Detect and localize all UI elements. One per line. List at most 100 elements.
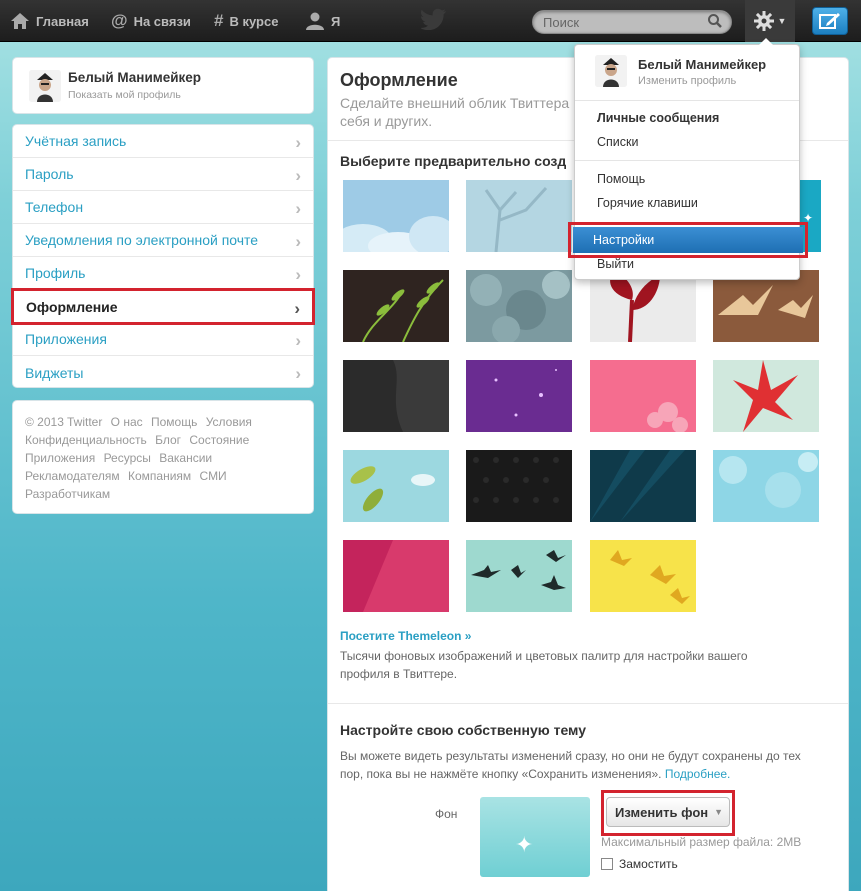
theme-thumb-birds-flying[interactable] bbox=[466, 540, 572, 612]
menu-item-label: Приложения bbox=[25, 331, 107, 347]
profile-name[interactable]: Белый Манимейкер bbox=[68, 70, 201, 85]
nav-discover-label: В курсе bbox=[229, 13, 279, 29]
footer-link[interactable]: Состояние bbox=[189, 433, 249, 447]
search-icon[interactable] bbox=[707, 13, 723, 29]
gear-icon bbox=[753, 11, 774, 31]
theme-thumb-light-bokeh[interactable] bbox=[713, 450, 819, 522]
menu-item-design[interactable]: Оформление › bbox=[11, 288, 315, 325]
compose-tweet-button[interactable] bbox=[812, 7, 848, 35]
profile-card[interactable]: Белый Манимейкер Показать мой профиль bbox=[12, 57, 314, 114]
theme-thumb-clouds[interactable] bbox=[343, 180, 449, 252]
menu-item-label: Телефон bbox=[25, 199, 84, 215]
at-icon: @ bbox=[111, 11, 128, 30]
theme-thumb-purple-stars[interactable] bbox=[466, 360, 572, 432]
view-profile-link[interactable]: Показать мой профиль bbox=[68, 89, 181, 101]
chevron-right-icon: › bbox=[295, 265, 301, 284]
dropdown-profile-name[interactable]: Белый Манимейкер bbox=[638, 57, 766, 72]
theme-thumb-dark-grunge[interactable] bbox=[343, 360, 449, 432]
footer-link[interactable]: СМИ bbox=[200, 469, 227, 483]
search-box[interactable] bbox=[532, 10, 732, 34]
tile-background-option[interactable]: Замостить bbox=[601, 857, 678, 871]
dropdown-item-settings[interactable]: Настройки bbox=[573, 227, 803, 253]
chevron-right-icon: › bbox=[295, 133, 301, 152]
menu-item-account[interactable]: Учётная запись › bbox=[13, 125, 313, 158]
background-label: Фон bbox=[435, 807, 458, 821]
dropdown-caret bbox=[759, 38, 773, 45]
chevron-right-icon: › bbox=[295, 364, 301, 383]
theme-thumb-pink-flowers[interactable] bbox=[590, 360, 696, 432]
footer-link[interactable]: Рекламодателям bbox=[25, 469, 120, 483]
chevron-down-icon: ▼ bbox=[714, 807, 724, 817]
premade-themes-heading: Выберите предварительно созд bbox=[340, 153, 567, 169]
footer-link[interactable]: Компаниям bbox=[128, 469, 191, 483]
theme-thumb-red-plant[interactable] bbox=[590, 270, 696, 342]
dropdown-item-logout[interactable]: Выйти bbox=[597, 257, 634, 271]
theme-thumb-magenta[interactable] bbox=[343, 540, 449, 612]
menu-item-label: Уведомления по электронной почте bbox=[25, 232, 259, 248]
avatar[interactable] bbox=[595, 55, 627, 87]
twitter-bird-icon[interactable] bbox=[421, 8, 447, 30]
dropdown-item-lists[interactable]: Списки bbox=[597, 135, 638, 149]
tile-checkbox[interactable] bbox=[601, 858, 613, 870]
nav-connect[interactable]: @ На связи bbox=[111, 0, 191, 42]
footer-link[interactable]: Ресурсы bbox=[104, 451, 151, 465]
svg-text:✦: ✦ bbox=[515, 832, 533, 857]
page-title: Оформление bbox=[340, 70, 458, 90]
theme-thumb-green-leaves[interactable] bbox=[343, 450, 449, 522]
theme-thumb-dark-teal-rays[interactable] bbox=[590, 450, 696, 522]
menu-item-label: Пароль bbox=[25, 166, 74, 182]
chevron-right-icon: › bbox=[295, 331, 301, 350]
footer-copyright: © 2013 Twitter bbox=[25, 415, 103, 429]
theme-thumb-tree[interactable] bbox=[466, 180, 572, 252]
nav-me-label: Я bbox=[331, 13, 341, 29]
theme-thumb-birds-brown[interactable] bbox=[713, 270, 819, 342]
dropdown-item-help[interactable]: Помощь bbox=[597, 172, 645, 186]
footer-link[interactable]: Условия bbox=[206, 415, 252, 429]
nav-connect-label: На связи bbox=[133, 13, 191, 29]
home-icon bbox=[11, 13, 29, 29]
menu-item-widgets[interactable]: Виджеты › bbox=[13, 356, 313, 389]
edit-profile-link[interactable]: Изменить профиль bbox=[638, 75, 736, 87]
top-navigation-bar: Главная @ На связи # В курсе Я Поиск ▼ bbox=[0, 0, 861, 42]
tile-label: Замостить bbox=[619, 857, 678, 871]
avatar[interactable] bbox=[29, 70, 61, 102]
settings-menu-toggle[interactable]: ▼ bbox=[745, 0, 795, 42]
footer-link[interactable]: Приложения bbox=[25, 451, 95, 465]
dropdown-item-messages[interactable]: Личные сообщения bbox=[597, 111, 719, 125]
menu-item-apps[interactable]: Приложения › bbox=[13, 323, 313, 356]
change-background-button[interactable]: Изменить фон ▼ bbox=[606, 797, 730, 827]
footer-link[interactable]: Вакансии bbox=[159, 451, 212, 465]
themeleon-link[interactable]: Посетите Themeleon » bbox=[340, 629, 471, 643]
search-input[interactable] bbox=[543, 14, 703, 31]
theme-thumb-black-mesh[interactable] bbox=[466, 450, 572, 522]
page-subtitle: Сделайте внешний облик Твиттера себя и д… bbox=[340, 95, 570, 129]
compose-icon bbox=[819, 13, 840, 29]
footer-card: © 2013 Twitter О нас Помощь Условия Конф… bbox=[12, 400, 314, 514]
theme-thumb-foliage[interactable] bbox=[466, 270, 572, 342]
menu-item-password[interactable]: Пароль › bbox=[13, 158, 313, 191]
footer-link[interactable]: Разработчикам bbox=[25, 487, 110, 501]
footer-link[interactable]: О нас bbox=[111, 415, 143, 429]
chevron-right-icon: › bbox=[295, 232, 301, 251]
menu-item-label: Оформление bbox=[26, 298, 118, 315]
nav-discover[interactable]: # В курсе bbox=[214, 0, 278, 42]
divider bbox=[575, 100, 799, 101]
menu-item-phone[interactable]: Телефон › bbox=[13, 191, 313, 224]
hash-icon: # bbox=[214, 11, 224, 30]
menu-item-email-notifications[interactable]: Уведомления по электронной почте › bbox=[13, 224, 313, 257]
nav-me[interactable]: Я bbox=[305, 0, 340, 42]
theme-thumb-yellow-leaves[interactable] bbox=[590, 540, 696, 612]
background-preview: ✦ bbox=[480, 797, 590, 877]
learn-more-link[interactable]: Подробнее. bbox=[665, 767, 731, 781]
footer-link[interactable]: Конфиденциальность bbox=[25, 433, 147, 447]
footer-link[interactable]: Помощь bbox=[151, 415, 197, 429]
theme-thumb-red-leaf[interactable] bbox=[713, 360, 819, 432]
settings-highlight: Настройки bbox=[568, 222, 808, 258]
theme-thumb-leaves-dark[interactable] bbox=[343, 270, 449, 342]
nav-home[interactable]: Главная bbox=[10, 0, 89, 42]
footer-link[interactable]: Блог bbox=[155, 433, 181, 447]
menu-item-profile[interactable]: Профиль › bbox=[13, 257, 313, 290]
footer-links: © 2013 Twitter О нас Помощь Условия Конф… bbox=[25, 413, 301, 503]
max-file-size-hint: Максимальный размер файла: 2MB bbox=[601, 835, 802, 849]
dropdown-item-shortcuts[interactable]: Горячие клавиши bbox=[597, 196, 698, 210]
